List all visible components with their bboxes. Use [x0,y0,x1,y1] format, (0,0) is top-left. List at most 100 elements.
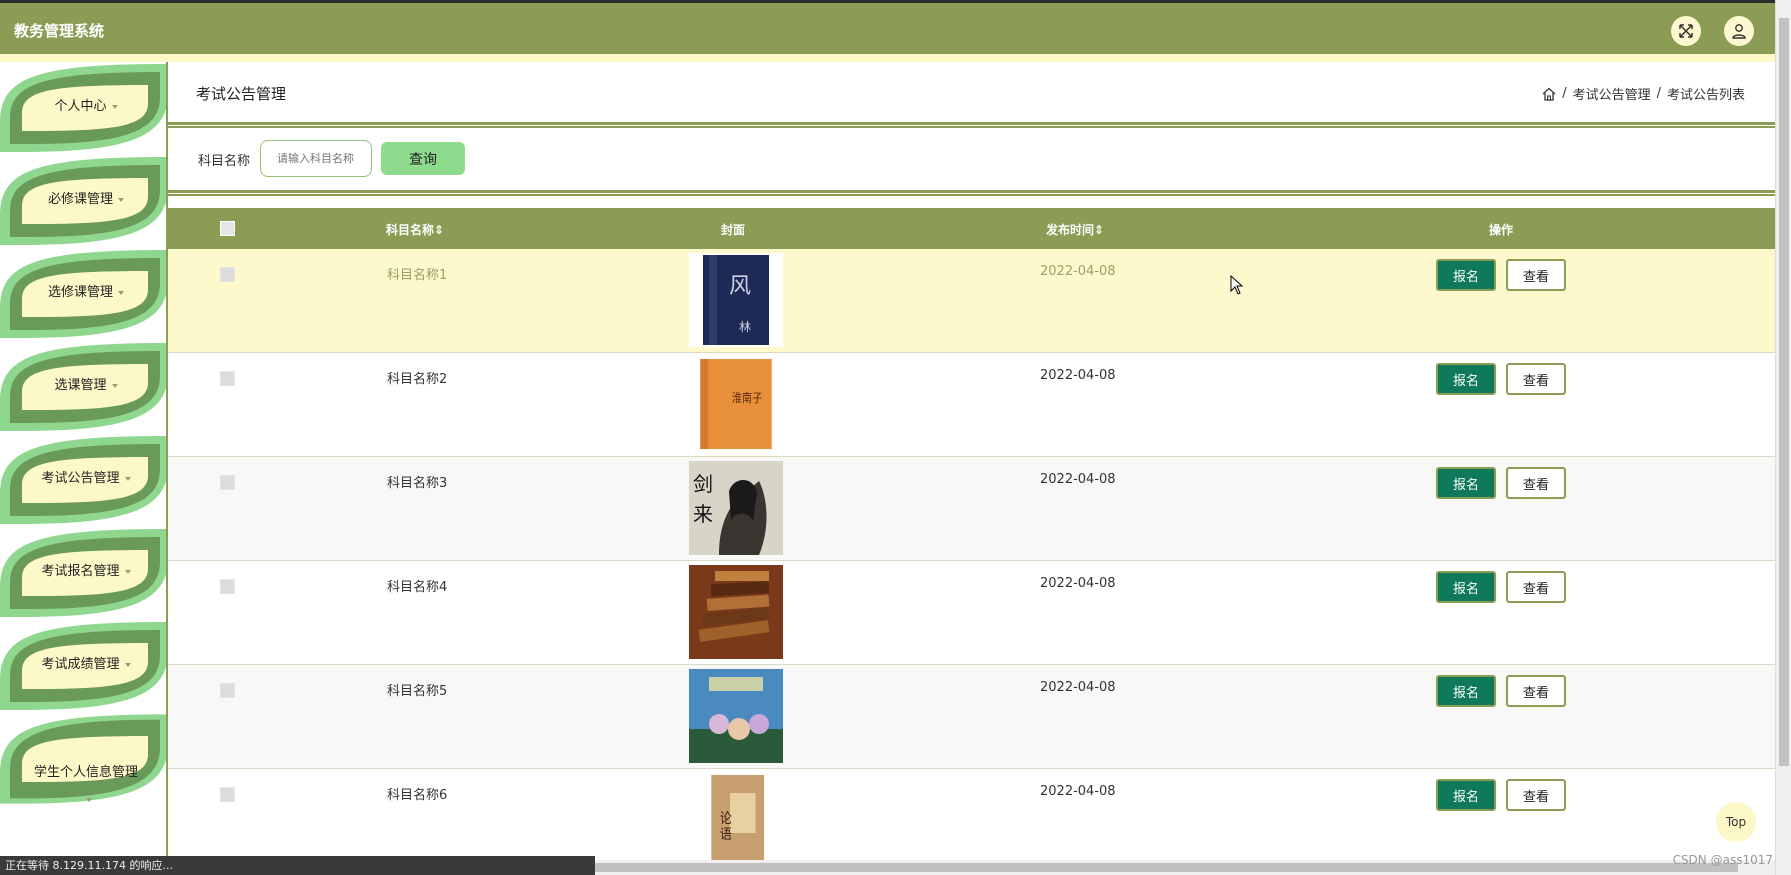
column-header-label: 发布时间 [1046,223,1095,237]
apply-button[interactable]: 报名 [1436,675,1496,707]
view-button[interactable]: 查看 [1506,571,1566,603]
user-icon [1732,24,1746,39]
chevron-down-icon [111,384,118,388]
sort-icon: ⇕ [434,223,445,237]
fullscreen-icon [1679,24,1693,38]
table-row[interactable]: 科目名称5 2022-04-08 报名 查看 [168,665,1775,769]
page-header: 考试公告管理 / 考试公告管理 / 考试公告列表 [168,62,1775,124]
apply-button[interactable]: 报名 [1436,571,1496,603]
sidebar-item[interactable]: 考试成绩管理 [0,620,168,712]
subject-name-cell: 科目名称3 [387,476,448,491]
top-bar: 教务管理系统 [0,0,1791,54]
row-checkbox[interactable] [220,371,235,386]
breadcrumb: / 考试公告管理 / 考试公告列表 [1542,84,1745,103]
cover-image: 剑来 [689,461,783,555]
divider [168,190,1775,196]
svg-text:来: 来 [693,502,713,526]
apply-button[interactable]: 报名 [1436,259,1496,291]
chevron-down-icon [118,291,124,295]
cover-image: 论语 [696,773,776,867]
sidebar-item[interactable]: 选课管理 [0,341,168,433]
column-header-date[interactable]: 发布时间⇕ [1046,221,1104,238]
subject-name-cell: 科目名称5 [387,684,448,699]
chevron-down-icon [124,570,131,574]
page-title: 考试公告管理 [196,85,287,103]
sort-icon: ⇕ [1094,223,1105,237]
home-icon[interactable] [1542,87,1556,101]
breadcrumb-separator: / [1656,86,1661,101]
app-title: 教务管理系统 [14,22,105,40]
table-header: 科目名称⇕ 封面 发布时间⇕ 操作 [168,208,1775,249]
row-checkbox[interactable] [220,267,235,282]
apply-button[interactable]: 报名 [1436,467,1496,499]
sidebar-item[interactable]: 个人中心 [0,62,168,154]
chevron-down-icon [124,477,131,481]
view-button[interactable]: 查看 [1506,259,1566,291]
svg-text:风: 风 [729,274,751,299]
sidebar-item[interactable]: 学生个人信息管理 [0,713,168,853]
status-bar: 正在等待 8.129.11.174 的响应... [0,856,595,875]
table-row[interactable]: 科目名称3 剑来 2022-04-08 报名 查看 [168,457,1775,561]
sidebar-item-text: 选修课管理 [47,285,113,300]
table-row[interactable]: 科目名称4 2022-04-08 报名 查看 [168,561,1775,665]
sidebar-item[interactable]: 考试公告管理 [0,434,168,526]
fullscreen-button[interactable] [1671,16,1701,46]
back-to-top-button[interactable]: Top [1716,802,1756,842]
sidebar-item[interactable]: 考试报名管理 [0,527,168,619]
table-row[interactable]: 科目名称1 风林 2022-04-08 报名 查看 [168,249,1775,353]
search-button[interactable]: 查询 [381,142,465,175]
svg-text:剑: 剑 [693,472,713,496]
sidebar-item-text: 个人中心 [54,99,107,114]
view-button[interactable]: 查看 [1506,779,1566,811]
column-header-name[interactable]: 科目名称⇕ [386,221,444,238]
breadcrumb-separator: / [1562,86,1567,101]
apply-button[interactable]: 报名 [1436,779,1496,811]
vertical-scrollbar[interactable] [1775,0,1791,875]
svg-text:论: 论 [720,811,732,827]
sidebar: 个人中心 必修课管理 选修课管理 选课管理 考试公告管理 考试报名管理 考试成绩… [0,62,168,875]
publish-date-cell: 2022-04-08 [1040,264,1116,279]
header-strip [0,54,1791,62]
sidebar-item[interactable]: 选修课管理 [0,248,168,340]
view-button[interactable]: 查看 [1506,467,1566,499]
sidebar-item[interactable]: 必修课管理 [0,155,168,247]
search-label: 科目名称 [198,154,251,169]
search-input[interactable] [260,140,372,177]
cover-image [689,565,783,659]
row-checkbox[interactable] [220,475,235,490]
publish-date-cell: 2022-04-08 [1040,368,1116,383]
view-button[interactable]: 查看 [1506,675,1566,707]
sidebar-item-label: 考试报名管理 [22,553,150,591]
publish-date-cell: 2022-04-08 [1040,576,1116,591]
table-row[interactable]: 科目名称2 淮南子 2022-04-08 报名 查看 [168,353,1775,457]
main-content: 考试公告管理 / 考试公告管理 / 考试公告列表 科目名称 查询 科目名称⇕ 封… [168,62,1775,875]
row-checkbox[interactable] [220,787,235,802]
sidebar-item-text: 考试报名管理 [41,564,120,579]
subject-name-cell: 科目名称2 [387,372,448,387]
row-checkbox[interactable] [220,683,235,698]
chevron-down-icon [111,105,118,109]
select-all-checkbox[interactable] [220,221,235,236]
user-button[interactable] [1724,16,1754,46]
column-header-label: 科目名称 [386,223,435,237]
cover-image [689,669,783,763]
cover-image: 风林 [689,253,783,347]
publish-date-cell: 2022-04-08 [1040,472,1116,487]
apply-button[interactable]: 报名 [1436,363,1496,395]
row-checkbox[interactable] [220,579,235,594]
scrollbar-thumb[interactable] [1779,18,1789,766]
svg-text:语: 语 [720,827,732,843]
view-button[interactable]: 查看 [1506,363,1566,395]
sidebar-item-label: 选课管理 [22,367,150,405]
cover-image: 淮南子 [696,357,776,451]
publish-date-cell: 2022-04-08 [1040,784,1116,799]
breadcrumb-item: 考试公告列表 [1666,88,1745,103]
mouse-cursor-icon [1230,275,1244,295]
search-bar: 科目名称 查询 [168,130,1775,184]
subject-name-cell: 科目名称1 [387,268,448,283]
chevron-down-icon [124,663,131,667]
sidebar-item-label: 学生个人信息管理 [22,743,150,823]
breadcrumb-item[interactable]: 考试公告管理 [1573,84,1651,103]
sidebar-item-text: 考试成绩管理 [41,657,120,672]
chevron-down-icon [85,798,92,802]
